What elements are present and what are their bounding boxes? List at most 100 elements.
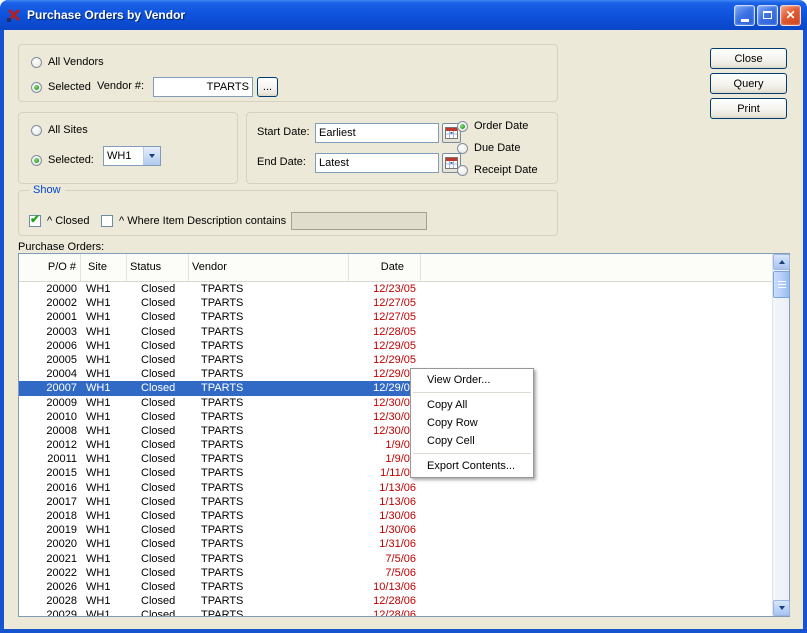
scrollbar-thumb[interactable]	[773, 271, 790, 298]
column-header-status[interactable]: Status	[127, 254, 189, 281]
table-row[interactable]: 20022WH1ClosedTPARTS7/5/06	[19, 566, 772, 580]
cell-po: 20012	[19, 438, 81, 452]
cell-vendor: TPARTS	[189, 452, 349, 466]
table-row[interactable]: 20020WH1ClosedTPARTS1/31/06	[19, 537, 772, 551]
cell-site: WH1	[81, 282, 127, 296]
table-row[interactable]: 20009WH1ClosedTPARTS12/30/05	[19, 396, 772, 410]
receipt-date-label: Receipt Date	[474, 164, 538, 176]
selected-vendor-radio[interactable]: Selected	[31, 80, 91, 94]
cell-status: Closed	[127, 594, 189, 608]
selected-vendor-label: Selected	[48, 81, 91, 93]
cell-po: 20005	[19, 353, 81, 367]
cell-status: Closed	[127, 410, 189, 424]
menu-item-copy-cell[interactable]: Copy Cell	[411, 432, 533, 450]
table-row[interactable]: 20021WH1ClosedTPARTS7/5/06	[19, 552, 772, 566]
maximize-button[interactable]	[757, 5, 778, 26]
table-row[interactable]: 20011WH1ClosedTPARTS1/9/06	[19, 452, 772, 466]
table-row[interactable]: 20007WH1ClosedTPARTS12/29/05	[19, 381, 772, 395]
column-header-date[interactable]: Date	[349, 254, 421, 281]
table-row[interactable]: 20012WH1ClosedTPARTS1/9/06	[19, 438, 772, 452]
cell-site: WH1	[81, 381, 127, 395]
vendor-browse-button[interactable]: ...	[257, 77, 278, 97]
table-row[interactable]: 20019WH1ClosedTPARTS1/30/06	[19, 523, 772, 537]
all-sites-radio-icon	[31, 125, 42, 136]
cell-status: Closed	[127, 353, 189, 367]
table-row[interactable]: 20002WH1ClosedTPARTS12/27/05	[19, 296, 772, 310]
cell-status: Closed	[127, 537, 189, 551]
table-row[interactable]: 20004WH1ClosedTPARTS12/29/05	[19, 367, 772, 381]
all-vendors-radio[interactable]: All Vendors	[31, 55, 104, 69]
menu-item-view-order[interactable]: View Order...	[411, 371, 533, 389]
cell-vendor: TPARTS	[189, 594, 349, 608]
due-date-radio[interactable]: Due Date	[457, 141, 520, 155]
print-button[interactable]: Print	[710, 98, 787, 119]
cell-status: Closed	[127, 296, 189, 310]
cell-po: 20018	[19, 509, 81, 523]
table-row[interactable]: 20029WH1ClosedTPARTS12/28/06	[19, 608, 772, 616]
column-header-po[interactable]: P/O #	[19, 254, 81, 281]
due-date-radio-icon	[457, 143, 468, 154]
cell-vendor: TPARTS	[189, 339, 349, 353]
all-sites-radio[interactable]: All Sites	[31, 123, 88, 137]
cell-site: WH1	[81, 466, 127, 480]
cell-po: 20001	[19, 310, 81, 324]
order-date-radio[interactable]: Order Date	[457, 119, 528, 133]
table-row[interactable]: 20017WH1ClosedTPARTS1/13/06	[19, 495, 772, 509]
cell-vendor: TPARTS	[189, 410, 349, 424]
titlebar-buttons: ✕	[734, 5, 801, 26]
contains-input[interactable]	[291, 212, 427, 230]
cell-status: Closed	[127, 367, 189, 381]
table-row[interactable]: 20008WH1ClosedTPARTS12/30/05	[19, 424, 772, 438]
minimize-button[interactable]	[734, 5, 755, 26]
site-dropdown-button[interactable]	[143, 147, 160, 165]
scroll-down-button[interactable]	[773, 600, 790, 616]
table-row[interactable]: 20026WH1ClosedTPARTS10/13/06	[19, 580, 772, 594]
scroll-up-button[interactable]	[773, 254, 790, 270]
query-button[interactable]: Query	[710, 73, 787, 94]
selected-site-radio-icon	[31, 155, 42, 166]
close-window-button[interactable]: ✕	[780, 5, 801, 26]
menu-item-copy-all[interactable]: Copy All	[411, 396, 533, 414]
table-row[interactable]: 20028WH1ClosedTPARTS12/28/06	[19, 594, 772, 608]
table-row[interactable]: 20016WH1ClosedTPARTS1/13/06	[19, 481, 772, 495]
menu-item-copy-row[interactable]: Copy Row	[411, 414, 533, 432]
table-row[interactable]: 20015WH1ClosedTPARTS1/11/06	[19, 466, 772, 480]
receipt-date-radio[interactable]: Receipt Date	[457, 163, 538, 177]
menu-item-export-contents[interactable]: Export Contents...	[411, 457, 533, 475]
context-menu: View Order... Copy All Copy Row Copy Cel…	[410, 368, 534, 478]
selected-site-radio[interactable]: Selected:	[31, 153, 94, 167]
cell-site: WH1	[81, 310, 127, 324]
vendor-number-input[interactable]	[153, 77, 253, 97]
end-date-input[interactable]	[315, 153, 439, 173]
close-button[interactable]: Close	[710, 48, 787, 69]
closed-label: ^ Closed	[47, 215, 89, 227]
cell-po: 20026	[19, 580, 81, 594]
contains-label: ^ Where Item Description contains	[119, 215, 286, 227]
sites-groupbox: All Sites Selected: WH1	[18, 112, 238, 184]
purchase-orders-table: P/O # Site Status Vendor Date 20000WH1Cl…	[18, 253, 790, 617]
table-row[interactable]: 20006WH1ClosedTPARTS12/29/05	[19, 339, 772, 353]
cell-site: WH1	[81, 495, 127, 509]
maximize-icon	[763, 11, 772, 19]
cell-po: 20000	[19, 282, 81, 296]
table-row[interactable]: 20010WH1ClosedTPARTS12/30/05	[19, 410, 772, 424]
table-row[interactable]: 20005WH1ClosedTPARTS12/29/05	[19, 353, 772, 367]
closed-checkbox[interactable]: ✔ ^ Closed	[29, 214, 89, 228]
contains-checkbox[interactable]: ^ Where Item Description contains	[101, 214, 286, 228]
cell-status: Closed	[127, 282, 189, 296]
start-date-input[interactable]	[315, 123, 439, 143]
column-header-site[interactable]: Site	[81, 254, 127, 281]
end-date-label: End Date:	[257, 156, 306, 168]
column-header-vendor[interactable]: Vendor	[189, 254, 349, 281]
table-row[interactable]: 20003WH1ClosedTPARTS12/28/05	[19, 325, 772, 339]
cell-site: WH1	[81, 353, 127, 367]
site-dropdown[interactable]: WH1	[103, 146, 161, 166]
table-row[interactable]: 20001WH1ClosedTPARTS12/27/05	[19, 310, 772, 324]
titlebar[interactable]: Purchase Orders by Vendor ✕	[0, 0, 807, 30]
table-row[interactable]: 20018WH1ClosedTPARTS1/30/06	[19, 509, 772, 523]
cell-po: 20007	[19, 381, 81, 395]
cell-date: 1/13/06	[349, 481, 421, 495]
cell-site: WH1	[81, 594, 127, 608]
cell-site: WH1	[81, 396, 127, 410]
table-row[interactable]: 20000WH1ClosedTPARTS12/23/05	[19, 282, 772, 296]
